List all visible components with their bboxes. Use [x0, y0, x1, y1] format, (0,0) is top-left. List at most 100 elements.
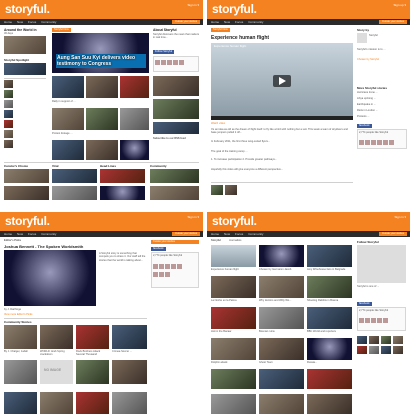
story-tile[interactable]	[86, 108, 118, 130]
nav-focus[interactable]: Focus	[235, 232, 243, 236]
story-tile[interactable]	[307, 369, 352, 389]
community-tile[interactable]	[4, 325, 37, 349]
promo-image[interactable]	[153, 122, 199, 134]
tile-caption[interactable]: La Noche en la Palma	[211, 299, 256, 302]
nav-home[interactable]: Home	[4, 20, 12, 24]
curate-stories-button[interactable]: Curate your stories	[172, 232, 200, 236]
facebook-box-title[interactable]: facebook	[357, 124, 372, 128]
story-tile[interactable]	[307, 245, 352, 267]
story-tile[interactable]	[307, 307, 352, 329]
storyful-logo[interactable]: storyful.	[212, 2, 257, 16]
sidebar-link[interactable]: Chosen by Storyful	[357, 58, 407, 61]
section-image[interactable]	[52, 186, 97, 200]
follower-thumb[interactable]	[357, 346, 367, 354]
pick-author[interactable]: by J. Dartforge	[4, 308, 21, 311]
header-links[interactable]: Sign up ▾	[393, 3, 406, 7]
nav-community[interactable]: Community	[41, 232, 56, 236]
header-links[interactable]: Sign in ▾	[394, 215, 406, 219]
facebook-box-title[interactable]: facebook	[151, 247, 166, 251]
follow-storyful[interactable]: Follow Storyful	[153, 50, 175, 54]
story-tile[interactable]	[307, 276, 352, 298]
storyful-now-badge[interactable]: Storyful Now	[52, 28, 71, 32]
header-links[interactable]: Sign in ▾	[187, 3, 199, 7]
section-image[interactable]	[150, 186, 199, 200]
facebook-box-title[interactable]: facebook	[357, 302, 372, 306]
story-tile[interactable]	[211, 245, 256, 267]
sidebar-thumbnail[interactable]	[4, 36, 46, 54]
nav-now[interactable]: Now	[224, 20, 230, 24]
section-image[interactable]	[150, 169, 199, 183]
story-tile[interactable]	[307, 394, 352, 414]
more-story-item[interactable]: Riots in London ...	[357, 109, 407, 112]
video-controls[interactable]	[211, 116, 353, 120]
community-tile[interactable]	[76, 392, 109, 414]
tile-caption[interactable]: Crimea Soccer ...	[112, 350, 147, 353]
section-community[interactable]: Community	[150, 164, 167, 168]
story-tile[interactable]	[307, 338, 352, 360]
tile-caption[interactable]: Holi in the Bazaar	[211, 330, 256, 333]
follower-thumb[interactable]	[369, 346, 379, 354]
story-tile[interactable]	[259, 245, 304, 267]
curate-stories-button[interactable]: Curate your stories	[379, 232, 407, 236]
author-name[interactable]: Storyful	[369, 34, 407, 37]
nav-focus[interactable]: Focus	[28, 232, 36, 236]
storyful-logo[interactable]: storyful.	[212, 214, 257, 228]
section-image[interactable]	[4, 169, 49, 183]
tile-caption[interactable]: Rock Brothers Attack Several Thousand	[76, 350, 109, 357]
story-thumb[interactable]	[4, 100, 13, 108]
story-tile[interactable]	[259, 338, 304, 360]
community-tile[interactable]	[76, 325, 109, 349]
editors-picks-tag[interactable]: Editor's Picks	[4, 239, 21, 242]
header-links[interactable]: Sign in ▾	[187, 215, 199, 219]
more-story-item[interactable]: Protests ...	[357, 115, 407, 118]
story-tile[interactable]	[86, 76, 118, 98]
community-tile[interactable]	[40, 325, 73, 349]
story-tile[interactable]	[259, 307, 304, 329]
story-tile[interactable]	[86, 140, 118, 160]
nav-now[interactable]: Now	[224, 232, 230, 236]
curate-stories-button[interactable]: Curate your stories	[172, 20, 200, 24]
profile-photo[interactable]	[357, 245, 406, 283]
play-icon[interactable]	[279, 77, 286, 85]
follower-thumb[interactable]	[357, 336, 367, 344]
watch-link[interactable]: Watch video	[211, 122, 225, 125]
story-thumb[interactable]	[4, 130, 13, 138]
tile-caption[interactable]: BBC World and reporters	[307, 330, 352, 333]
spotlight-image[interactable]	[4, 63, 46, 75]
rss-subscribe[interactable]: Subscribe to our RSS feed	[153, 137, 199, 140]
nav-community[interactable]: Community	[248, 20, 263, 24]
promo-image[interactable]	[153, 99, 199, 119]
follower-thumb[interactable]	[393, 346, 403, 354]
section-image[interactable]	[52, 169, 97, 183]
storyful-logo[interactable]: storyful.	[5, 214, 50, 228]
author-avatar[interactable]	[357, 33, 367, 43]
story-tile[interactable]	[52, 108, 84, 130]
tile-caption[interactable]: WORLD: Arab Spring crackdown	[40, 350, 73, 357]
tile-caption[interactable]: Shooting Rabbits in Bosnia	[307, 299, 352, 302]
nav-now[interactable]: Now	[17, 20, 23, 24]
nav-now[interactable]: Now	[17, 232, 23, 236]
community-tile[interactable]	[112, 392, 147, 414]
community-tile[interactable]	[4, 360, 37, 384]
page-tag[interactable]: Storyful	[211, 239, 221, 242]
story-tile[interactable]	[52, 140, 84, 160]
story-thumb[interactable]	[4, 110, 13, 118]
related-thumb[interactable]	[225, 185, 237, 195]
nav-home[interactable]: Home	[211, 232, 219, 236]
pick-image[interactable]	[4, 250, 96, 306]
story-tile[interactable]	[259, 369, 304, 389]
story-thumb[interactable]	[4, 90, 13, 98]
tile-caption[interactable]: Experience human flight	[211, 268, 256, 271]
hero-title[interactable]: Aung San Suu Kyi delivers video testimon…	[56, 54, 146, 68]
nav-focus[interactable]: Focus	[28, 20, 36, 24]
curate-stories-button[interactable]: Curate your stories	[379, 20, 407, 24]
section-viral[interactable]: Viral	[52, 164, 58, 168]
story-tile[interactable]	[259, 394, 304, 414]
nav-home[interactable]: Home	[4, 232, 12, 236]
nav-home[interactable]: Home	[211, 20, 219, 24]
story-tile[interactable]	[120, 76, 149, 98]
view-more-link[interactable]: View more Editor's Picks	[4, 313, 32, 316]
section-tag[interactable]: Storyful Now	[211, 28, 230, 32]
tile-caption[interactable]: Dolphin attack	[211, 361, 256, 364]
more-story-item[interactable]: Hurricane Irene ...	[357, 91, 407, 94]
